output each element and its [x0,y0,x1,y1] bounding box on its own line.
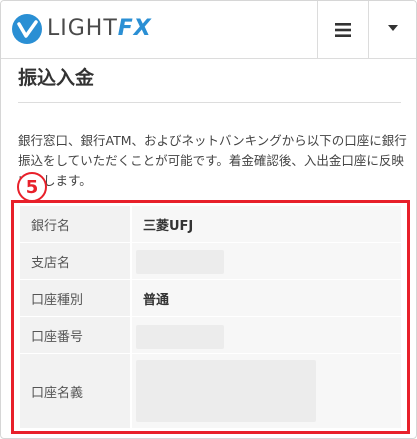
logo-fx: FX [117,16,152,41]
table-row-account-number: 口座番号 [20,317,401,354]
caret-down-icon [388,25,398,31]
app-frame: LIGHTFX 振込入金 銀行窓口、銀行ATM、およびネットバンキングから以下の… [0,0,417,439]
hamburger-icon [335,22,351,37]
description-text: 銀行窓口、銀行ATM、およびネットバンキングから以下の口座に銀行振込をしていただ… [18,133,407,188]
logo[interactable]: LIGHTFX [11,13,151,45]
menu-button[interactable] [317,1,368,58]
table-row-branch: 支店名 [20,243,401,280]
row-label: 口座種別 [20,280,130,316]
header: LIGHTFX [1,1,416,59]
page-title: 振込入金 [18,67,95,89]
row-value: 三菱UFJ [132,206,401,242]
row-label: 銀行名 [20,206,130,242]
masked-value [136,325,224,349]
row-label: 支店名 [20,243,130,279]
table-row-bank: 銀行名 三菱UFJ [20,206,401,243]
masked-value [136,250,224,274]
dropdown-button[interactable] [368,1,416,58]
row-label: 口座名義 [20,354,130,428]
step-badge: 5 [17,172,47,202]
row-value: 普通 [132,280,401,316]
table-row-account-name: 口座名義 [20,354,401,429]
logo-word: LIGHT [47,16,118,41]
highlight-box: 銀行名 三菱UFJ 支店名 口座種別 普通 口座番号 口座名義 [11,200,410,434]
account-table: 銀行名 三菱UFJ 支店名 口座種別 普通 口座番号 口座名義 [20,206,401,429]
title-divider [18,102,401,103]
table-row-account-type: 口座種別 普通 [20,280,401,317]
row-label: 口座番号 [20,317,130,353]
logo-text: LIGHTFX [47,16,152,42]
logo-mark-icon [12,14,42,44]
masked-value [136,360,316,422]
